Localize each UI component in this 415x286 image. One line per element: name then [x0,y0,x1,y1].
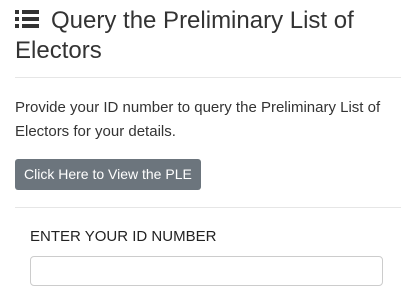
page-header: Query the Preliminary List of Electors [15,6,400,66]
intro-text: Provide your ID number to query the Prel… [15,99,381,140]
header-divider [15,77,401,78]
section-divider [15,207,401,208]
page-title-text: Query the Preliminary List of Electors [15,7,354,64]
view-ple-button[interactable]: Click Here to View the PLE [15,159,201,190]
page-title: Query the Preliminary List of Electors [15,6,400,66]
list-icon [15,10,39,28]
id-number-label: ENTER YOUR ID NUMBER [30,228,217,245]
id-number-input[interactable] [30,256,383,286]
